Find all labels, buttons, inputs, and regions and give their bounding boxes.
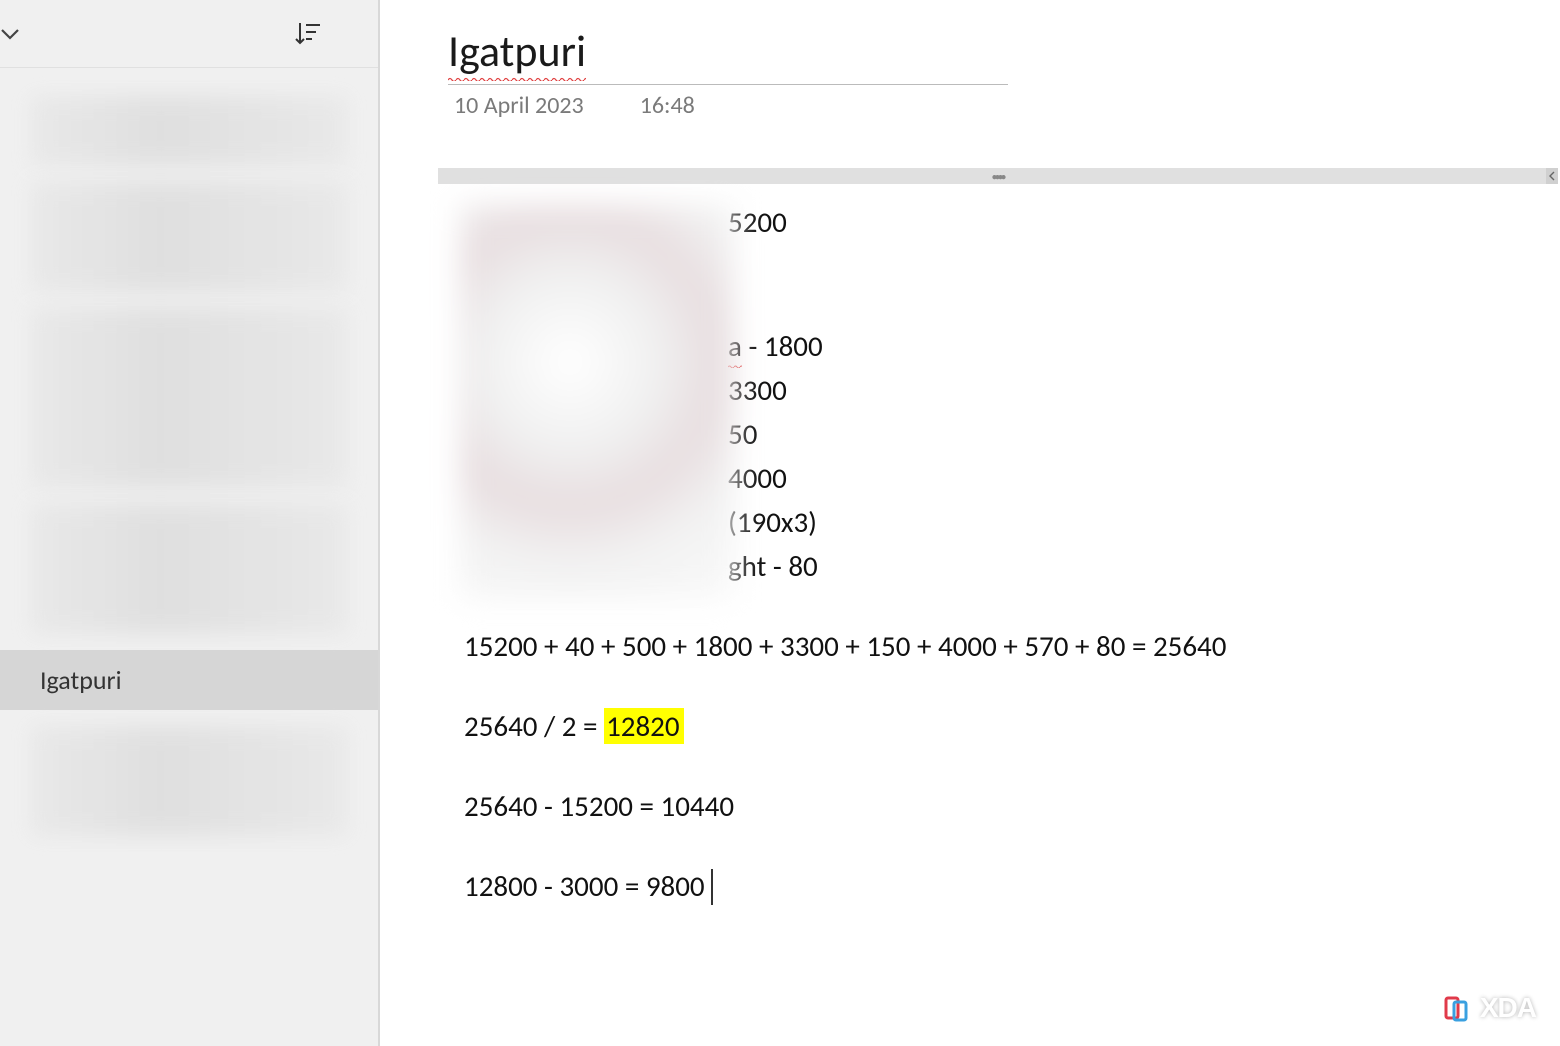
note-metadata-row: 10 April 2023 16:48 [454, 91, 1560, 120]
page-list[interactable]: Igatpuri [0, 68, 378, 1046]
page-item-redacted[interactable] [30, 504, 348, 634]
calculation-line[interactable]: 12800 - 3000 = 9800 [464, 866, 1534, 907]
calculation-line[interactable]: 25640 / 2 = 12820 [464, 706, 1534, 746]
page-item-redacted[interactable] [30, 96, 348, 166]
calculation-line[interactable]: 15200 + 40 + 500 + 1800 + 3300 + 150 + 4… [464, 626, 1534, 666]
xda-logo-icon [1444, 992, 1476, 1024]
page-item-selected[interactable]: Igatpuri [0, 650, 378, 710]
note-time[interactable]: 16:48 [640, 91, 695, 120]
sort-icon [293, 19, 323, 49]
note-title-container: Igatpuri [448, 24, 1008, 85]
note-body[interactable]: 5200 a - 1800 3300 50 4000 (190x3) ght -… [438, 184, 1560, 929]
page-list-sidebar: Igatpuri [0, 0, 380, 1046]
calculation-line[interactable]: 25640 - 15200 = 10440 [464, 786, 1534, 826]
page-item-redacted[interactable] [30, 182, 348, 292]
note-title[interactable]: Igatpuri [448, 24, 586, 82]
embedded-image-redacted[interactable] [460, 204, 735, 599]
note-date[interactable]: 10 April 2023 [454, 91, 584, 120]
chevron-down-icon [0, 27, 20, 41]
page-item-redacted[interactable] [30, 308, 348, 488]
container-resize-handle[interactable] [1546, 168, 1558, 184]
page-item-redacted[interactable] [30, 726, 348, 836]
note-canvas[interactable]: Igatpuri 10 April 2023 16:48 •••• 5200 a… [380, 0, 1560, 1046]
watermark-text: XDA [1480, 992, 1536, 1024]
watermark: XDA [1444, 992, 1536, 1024]
highlighted-result[interactable]: 12820 [604, 708, 684, 744]
container-drag-handle[interactable]: •••• [438, 168, 1558, 184]
text-cursor [711, 869, 713, 905]
collapse-chevron-button[interactable] [0, 18, 24, 50]
drag-dots-icon: •••• [992, 170, 1004, 183]
sidebar-header [0, 0, 378, 68]
resize-arrow-icon [1549, 171, 1555, 181]
note-content-container: •••• 5200 a - 1800 3300 50 4000 (190x3) … [438, 168, 1560, 929]
sort-button[interactable] [288, 14, 328, 54]
